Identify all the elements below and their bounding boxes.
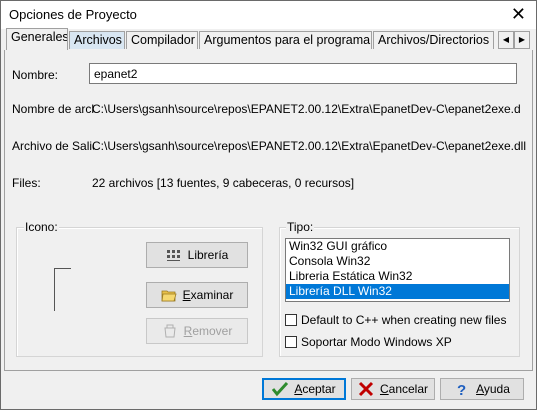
list-item[interactable]: Win32 GUI gráfico — [286, 239, 509, 254]
tab-scroll-right-icon[interactable]: ▶ — [514, 31, 530, 49]
xp-mode-label: Soportar Modo Windows XP — [301, 335, 452, 349]
list-item-selected[interactable]: Librería DLL Win32 — [286, 284, 509, 299]
xp-mode-checkbox[interactable] — [285, 336, 297, 348]
files-label: Files: — [12, 176, 41, 190]
window-title: Opciones de Proyecto — [9, 7, 137, 22]
x-icon — [358, 381, 374, 397]
browse-button-label: Examinar — [182, 288, 234, 302]
name-input[interactable] — [89, 63, 517, 84]
help-button-label: Ayuda — [476, 382, 510, 396]
filename-label: Nombre de archivo: — [12, 102, 94, 116]
folder-open-icon — [161, 287, 177, 303]
cpp-default-label: Default to C++ when creating new files — [301, 313, 507, 327]
type-listbox[interactable]: Win32 GUI gráfico Consola Win32 Libreria… — [285, 238, 510, 302]
project-options-dialog: Opciones de Proyecto ✕ Generales Archivo… — [0, 0, 537, 410]
svg-text:?: ? — [457, 382, 466, 397]
tab-argumentos[interactable]: Argumentos para el programa — [199, 31, 372, 49]
icon-preview — [54, 268, 71, 311]
checkmark-icon — [272, 381, 289, 397]
list-item[interactable]: Libreria Estática Win32 — [286, 269, 509, 284]
remove-button-label: Remover — [183, 324, 233, 338]
files-value: 22 archivos [13 fuentes, 9 cabeceras, 0 … — [92, 176, 355, 190]
ok-button-label: Aceptar — [294, 382, 336, 396]
tab-generales[interactable]: Generales — [6, 28, 68, 50]
icon-group-legend: Icono: — [24, 220, 59, 234]
tab-archivos-directorios[interactable]: Archivos/Directorios — [373, 31, 494, 49]
filename-value: C:\Users\gsanh\source\repos\EPANET2.00.1… — [92, 102, 520, 116]
remove-icon — [162, 323, 178, 339]
tab-archivos[interactable]: Archivos — [69, 31, 125, 49]
browse-button[interactable]: Examinar — [146, 282, 248, 308]
cancel-button[interactable]: Cancelar — [351, 378, 435, 400]
grid-library-icon — [166, 247, 182, 263]
list-item[interactable]: Consola Win32 — [286, 254, 509, 269]
remove-button[interactable]: Remover — [146, 318, 248, 344]
tab-strip: Generales Archivos Compilador Argumentos… — [4, 28, 534, 50]
cpp-default-checkbox[interactable] — [285, 314, 297, 326]
cancel-button-label: Cancelar — [379, 382, 429, 396]
tab-compilador[interactable]: Compilador — [126, 31, 198, 49]
output-value: C:\Users\gsanh\source\repos\EPANET2.00.1… — [92, 139, 527, 153]
ok-button[interactable]: Aceptar — [262, 378, 346, 400]
output-label: Archivo de Salida: — [12, 139, 94, 153]
type-group-legend: Tipo: — [286, 220, 315, 234]
help-button[interactable]: ? Ayuda — [440, 378, 524, 400]
name-label: Nombre: — [12, 68, 59, 82]
library-button-label: Librería — [187, 248, 229, 262]
tab-scroll-left-icon[interactable]: ◀ — [498, 31, 514, 49]
close-icon[interactable]: ✕ — [511, 4, 526, 24]
library-button[interactable]: Librería — [146, 242, 248, 268]
question-icon: ? — [454, 381, 470, 399]
title-bar: Opciones de Proyecto ✕ — [1, 1, 536, 29]
